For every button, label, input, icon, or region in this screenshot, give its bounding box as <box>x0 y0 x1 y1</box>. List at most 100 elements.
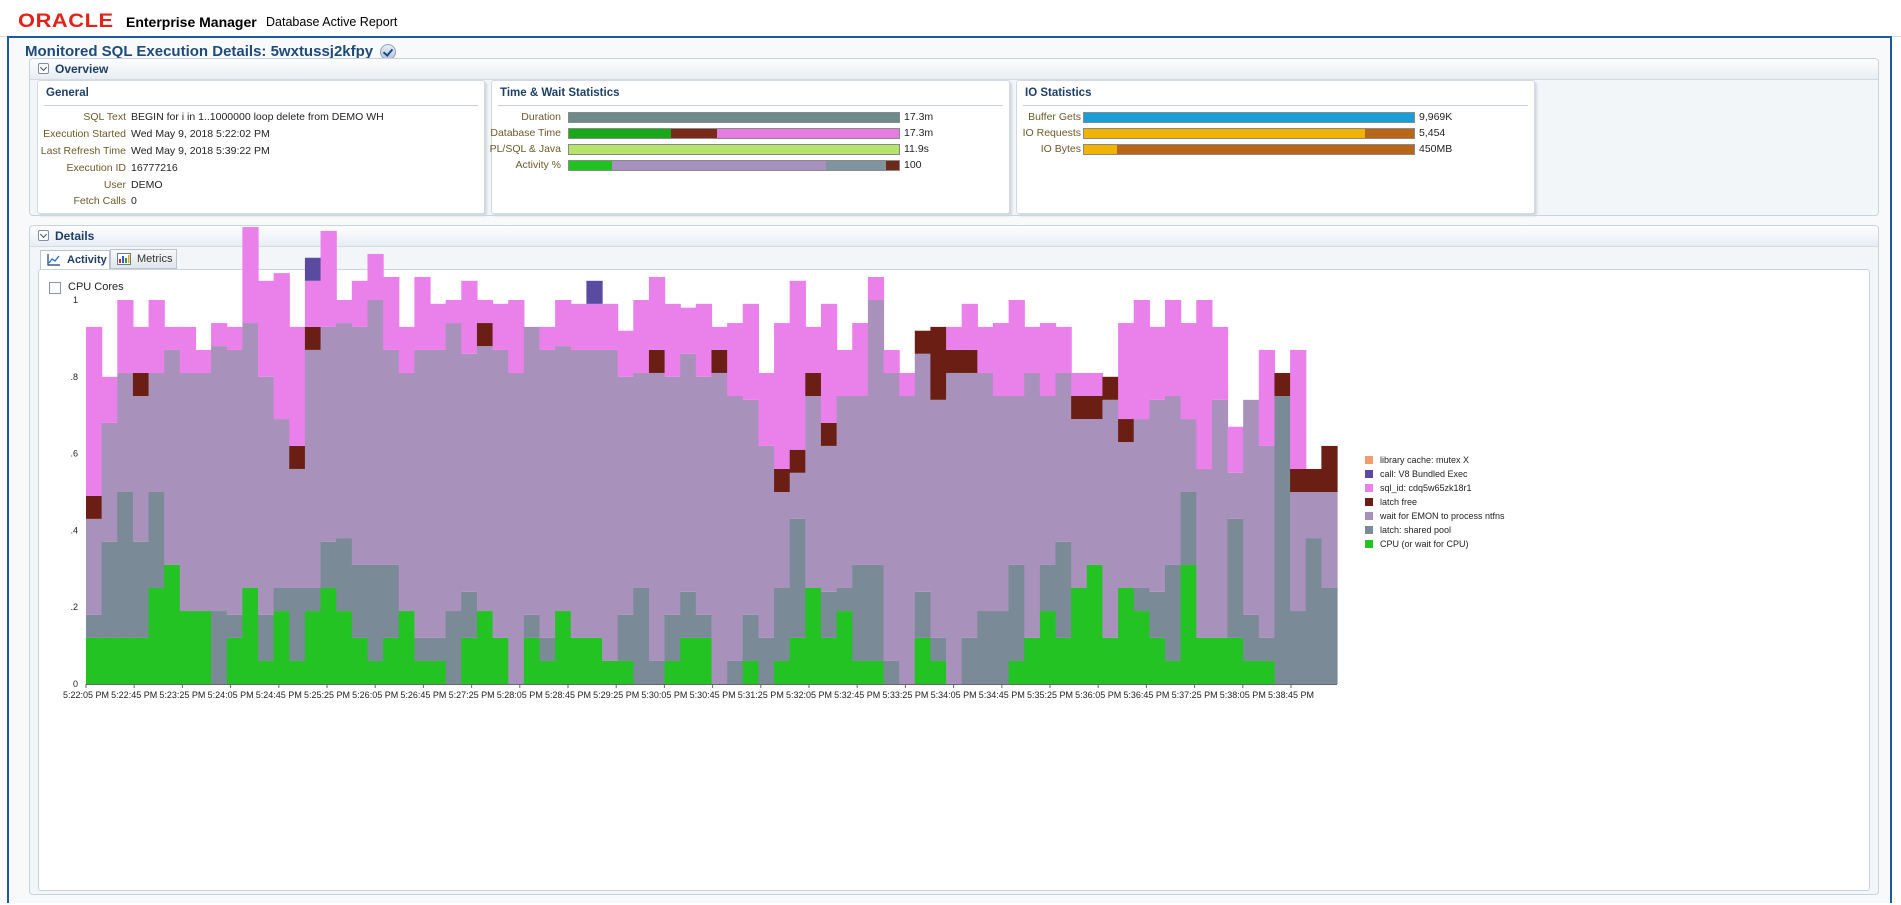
activity-bar-segment <box>820 591 838 638</box>
activity-bar-segment <box>414 276 431 350</box>
activity-bar-segment <box>273 611 290 684</box>
activity-bar-segment <box>258 614 275 661</box>
activity-bar-segment <box>914 591 932 638</box>
activity-bar-segment <box>727 323 744 396</box>
activity-bar-segment <box>508 300 525 373</box>
activity-bar-segment <box>867 564 885 661</box>
activity-bar-segment <box>117 492 134 638</box>
activity-bar-segment <box>992 611 1010 684</box>
activity-bar-segment <box>1211 399 1229 638</box>
activity-bar-segment <box>336 611 353 684</box>
activity-bar-segment <box>867 300 885 565</box>
legend-swatch <box>1365 526 1373 534</box>
activity-bar-segment <box>648 372 666 661</box>
x-tick-label: 5:22:05 PM <box>63 690 109 700</box>
activity-bar-segment <box>289 468 306 588</box>
y-tick-label: 0 <box>73 679 78 689</box>
activity-bar-segment <box>852 323 869 396</box>
activity-bar-segment <box>1321 445 1338 492</box>
activity-bar-segment <box>336 323 353 539</box>
activity-bar-segment <box>648 349 666 373</box>
activity-bar-segment <box>1274 396 1291 684</box>
activity-bar-segment <box>148 588 165 684</box>
activity-bar-segment <box>1290 492 1307 612</box>
activity-bar-segment <box>304 280 322 327</box>
activity-bar-segment <box>1211 637 1229 684</box>
activity-bar-segment <box>1039 564 1057 612</box>
activity-bar-segment <box>820 445 838 592</box>
x-tick-label: 5:33:25 PM <box>882 690 928 700</box>
x-tick-label: 5:24:45 PM <box>256 690 302 700</box>
activity-bar-segment <box>1118 588 1135 684</box>
activity-bar-segment <box>414 637 431 661</box>
activity-bar-segment <box>789 637 806 684</box>
activity-bar-segment <box>336 300 353 324</box>
activity-bar-segment <box>742 660 760 684</box>
activity-bar-segment <box>742 614 760 661</box>
activity-bar-segment <box>1071 396 1088 420</box>
activity-bar-segment <box>289 326 306 446</box>
activity-bar-segment <box>1039 396 1057 565</box>
activity-bar-segment <box>211 611 228 684</box>
activity-bar-segment <box>101 376 118 423</box>
activity-bar-segment <box>664 660 681 684</box>
legend-swatch <box>1365 512 1373 520</box>
activity-bar-segment <box>430 303 447 350</box>
activity-bar-segment <box>774 660 791 684</box>
activity-bar-segment <box>1258 637 1276 661</box>
oracle-logo: ORACLE <box>18 11 114 32</box>
x-tick-label: 5:27:25 PM <box>449 690 495 700</box>
activity-bar-segment <box>101 422 118 542</box>
activity-bar-segment <box>320 588 337 684</box>
activity-bar-segment <box>273 273 290 420</box>
activity-bar-segment <box>1227 518 1244 638</box>
activity-bar-segment <box>148 372 165 492</box>
legend-label: CPU (or wait for CPU) <box>1380 539 1469 549</box>
activity-bar-segment <box>1321 588 1338 684</box>
activity-bar-segment <box>1211 326 1229 400</box>
activity-bar-segment <box>774 492 791 588</box>
activity-bar-segment <box>1055 541 1072 638</box>
activity-bar-segment <box>476 300 494 324</box>
x-tick-label: 5:28:45 PM <box>545 690 591 700</box>
activity-bar-segment <box>727 396 744 661</box>
activity-bar-segment <box>1118 323 1135 420</box>
legend-swatch <box>1365 540 1373 548</box>
activity-bar-segment <box>430 637 447 661</box>
activity-bar-segment <box>1227 472 1244 519</box>
activity-bar-segment <box>946 372 963 684</box>
y-tick-label: 1 <box>73 295 78 305</box>
activity-bar-segment <box>695 614 713 638</box>
activity-bar-segment <box>633 372 650 588</box>
activity-bar-segment <box>555 346 572 612</box>
activity-bar-segment <box>1008 300 1025 396</box>
activity-bar-segment <box>930 660 947 684</box>
activity-bar-segment <box>961 349 978 373</box>
activity-bar-segment <box>570 349 587 638</box>
activity-bar-segment <box>523 637 541 684</box>
activity-bar-segment <box>226 326 243 350</box>
activity-bar-segment <box>1039 611 1057 684</box>
y-tick-label: .2 <box>70 602 78 612</box>
activity-bar-segment <box>320 326 337 542</box>
activity-bar-segment <box>1133 588 1150 612</box>
activity-bar-segment <box>899 396 916 684</box>
activity-bar-segment <box>148 300 165 373</box>
activity-bar-segment <box>648 660 666 684</box>
activity-bar-segment <box>1243 399 1260 615</box>
activity-bar-segment <box>711 349 728 373</box>
activity-bar-segment <box>930 399 947 638</box>
activity-bar-segment <box>805 326 822 373</box>
activity-bar-segment <box>86 326 103 496</box>
activity-bar-segment <box>992 396 1010 612</box>
activity-bar-segment <box>727 660 744 684</box>
activity-bar-segment <box>304 588 322 612</box>
activity-bar-segment <box>86 495 103 519</box>
activity-bar-segment <box>320 541 337 588</box>
activity-bar-segment <box>789 280 806 450</box>
activity-bar-segment <box>101 541 118 638</box>
activity-bar-segment <box>476 346 494 612</box>
x-tick-label: 5:38:05 PM <box>1220 690 1266 700</box>
activity-bar-segment <box>1243 660 1260 684</box>
x-tick-label: 5:25:25 PM <box>304 690 350 700</box>
